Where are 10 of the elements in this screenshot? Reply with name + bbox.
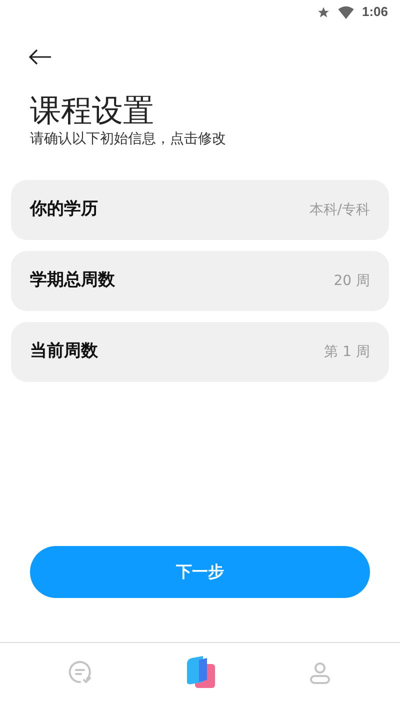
page-title: 课程设置 [30,92,155,130]
back-arrow-icon [28,49,52,65]
setting-row[interactable]: 当前周数 第 1 周 [11,322,389,382]
status-time: 1:06 [362,3,388,22]
wifi-icon [338,6,354,18]
chat-check-icon[interactable] [67,660,93,686]
setting-row[interactable]: 学期总周数 20 周 [11,251,389,311]
page-subtitle: 请确认以下初始信息，点击修改 [30,130,227,148]
star-icon [316,6,330,18]
setting-row[interactable]: 你的学历 本科/专科 [11,180,389,240]
